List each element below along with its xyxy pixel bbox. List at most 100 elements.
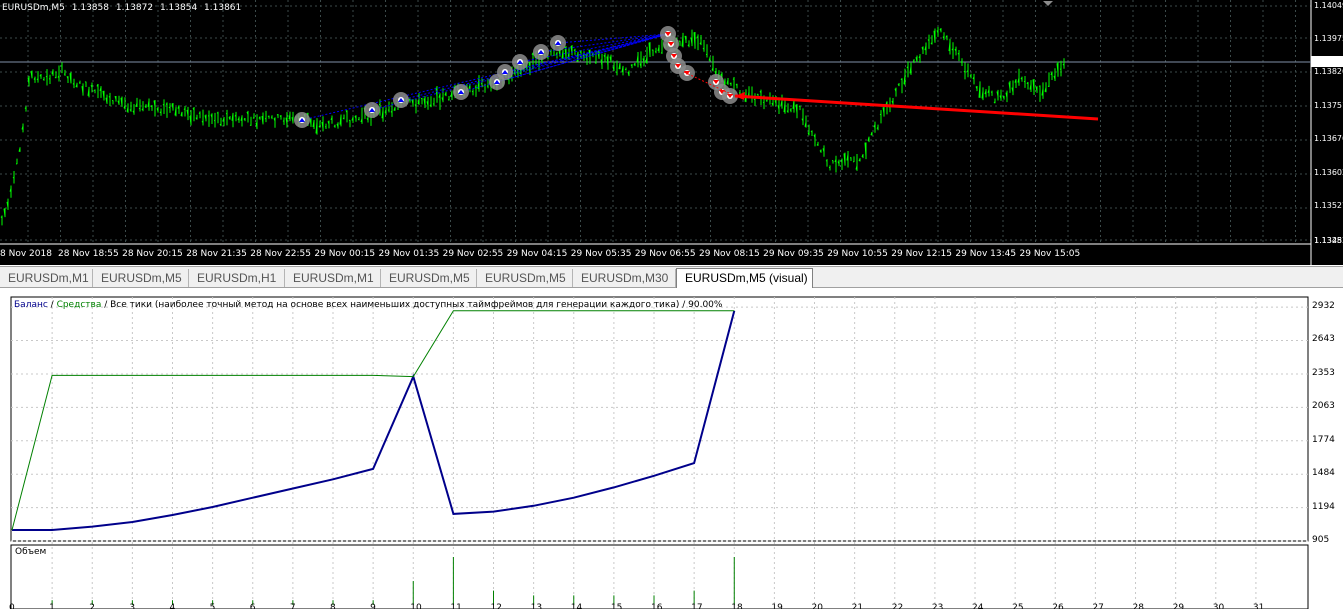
time-tick-label: 28 Nov 20:15 <box>122 249 183 259</box>
legend-separator: / <box>101 300 111 310</box>
balance-tick-label: 2063 <box>1312 401 1335 412</box>
price-bar-open <box>267 115 270 118</box>
time-tick-label: 28 Nov 18:55 <box>58 249 119 259</box>
deal-tick-label: 7 <box>289 603 296 609</box>
deal-tick-label: 25 <box>1012 603 1024 609</box>
balance-tick-label: 2353 <box>1312 367 1335 378</box>
legend-equity: Средства <box>56 300 102 310</box>
deal-tick-label: 17 <box>691 603 703 609</box>
price-bar-open <box>12 176 15 179</box>
price-bar-open <box>990 91 993 93</box>
price-bar-open <box>252 117 255 119</box>
price-bar-open <box>54 76 57 79</box>
deal-tick-label: 30 <box>1212 603 1225 609</box>
price-tick-label: 1.13861 <box>1314 56 1343 65</box>
time-tick-label: 29 Nov 09:35 <box>763 249 824 259</box>
deal-tick-label: 0 <box>9 603 15 609</box>
time-tick-label: 29 Nov 08:15 <box>699 249 760 259</box>
price-bar-open <box>387 109 390 111</box>
tab-eurusdm-m1[interactable]: EURUSDm,M1 <box>0 269 93 287</box>
price-bar-open <box>216 112 219 114</box>
price-bar-open <box>573 49 576 52</box>
price-bar-open <box>579 51 582 53</box>
deal-tick-label: 1 <box>49 603 55 609</box>
deal-tick-label: 11 <box>450 603 462 609</box>
price-bar-open <box>1047 85 1050 88</box>
tab-eurusdm-m5[interactable]: EURUSDm,M5 <box>93 269 189 287</box>
tester-graph: Баланс / Средства / Все тики (наиболее т… <box>0 289 1343 609</box>
time-tick-label: 8 Nov 2018 <box>0 249 52 259</box>
tab-eurusdm-h1[interactable]: EURUSDm,H1 <box>189 269 285 287</box>
balance-tick-label: 2932 <box>1312 301 1335 312</box>
legend-balance: Баланс <box>14 300 48 310</box>
deal-tick-label: 24 <box>972 603 984 609</box>
time-tick-label: 28 Nov 21:35 <box>186 249 247 259</box>
tab-eurusdm-m30[interactable]: EURUSDm,M30 <box>573 269 676 287</box>
deal-tick-label: 26 <box>1052 603 1064 609</box>
price-bar-open <box>798 105 801 108</box>
trend-line <box>734 94 1099 121</box>
price-bar-open <box>765 100 768 102</box>
deal-tick-label: 9 <box>370 603 376 609</box>
price-bar-open <box>276 114 279 116</box>
tester-graph-canvas <box>10 296 1309 609</box>
chart-tab-bar: EURUSDm,M1 EURUSDm,M5 EURUSDm,H1 EURUSDm… <box>0 266 1343 288</box>
deal-tick-label: 5 <box>209 603 216 609</box>
price-tick-label: 1.13826 <box>1314 67 1343 76</box>
price-bar-open <box>825 160 828 162</box>
balance-tick-label: 1484 <box>1312 468 1335 479</box>
time-tick-label: 29 Nov 06:55 <box>634 249 696 259</box>
price-tick-label: 1.13676 <box>1314 134 1343 143</box>
tab-eurusdm-m5-visual[interactable]: EURUSDm,M5 (visual) <box>676 268 813 288</box>
price-tick-label: 1.14049 <box>1314 1 1343 10</box>
deal-tick-label: 29 <box>1172 603 1185 609</box>
deal-tick-label: 19 <box>771 603 783 609</box>
tab-eurusdm-m5-2[interactable]: EURUSDm,M5 <box>381 269 477 287</box>
deal-tick-label: 23 <box>931 603 944 609</box>
price-chart[interactable]: EURUSDm,M5 1.13858 1.13872 1.13854 1.138… <box>0 0 1343 265</box>
price-tick-label: 1.13527 <box>1314 201 1343 210</box>
deal-tick-label: 14 <box>570 603 583 609</box>
time-tick-label: 29 Nov 04:15 <box>506 249 568 259</box>
deal-tick-label: 28 <box>1132 603 1144 609</box>
price-chart-canvas[interactable] <box>0 0 1343 265</box>
price-bar-open <box>810 130 813 133</box>
price-bar-open <box>912 60 915 62</box>
price-chart-title: EURUSDm,M5 1.13858 1.13872 1.13854 1.138… <box>2 3 245 13</box>
tab-eurusdm-m1-2[interactable]: EURUSDm,M1 <box>285 269 381 287</box>
deal-tick-label: 27 <box>1092 603 1104 609</box>
legend-separator: / <box>47 300 57 310</box>
price-bar-open <box>480 83 483 85</box>
balance-tick-label: 1194 <box>1312 501 1335 512</box>
plot-frame <box>10 296 1309 542</box>
deal-tick-label: 4 <box>169 603 176 609</box>
time-tick-label: 29 Nov 01:35 <box>378 249 440 259</box>
price-bar-open <box>474 86 477 88</box>
volume-frame <box>10 544 1309 609</box>
time-tick-label: 29 Nov 12:15 <box>891 249 952 259</box>
price-tick-label: 1.13975 <box>1314 34 1343 43</box>
time-tick-label: 29 Nov 15:05 <box>1019 249 1081 259</box>
balance-tick-label: 905 <box>1312 535 1330 545</box>
price-bar-open <box>45 75 48 78</box>
price-bar-open <box>732 78 735 80</box>
price-bar-open <box>969 75 972 77</box>
deal-tick-label: 18 <box>731 603 743 609</box>
deal-tick-label: 3 <box>129 603 136 609</box>
deal-tick-label: 20 <box>811 603 823 609</box>
deal-tick-label: 16 <box>651 603 663 609</box>
ohlc-open: 1.13858 <box>71 3 109 13</box>
price-tick-label: 1.13281 <box>1314 236 1343 245</box>
price-bar-open <box>756 93 759 96</box>
ohlc-high: 1.13872 <box>115 3 154 13</box>
legend-separator: / <box>679 300 689 310</box>
time-tick-label: 29 Nov 00:15 <box>314 249 376 259</box>
deal-tick-label: 2 <box>89 603 95 609</box>
chart-symbol: EURUSDm,M5 <box>2 3 65 13</box>
time-tick-label: 29 Nov 10:55 <box>827 249 888 259</box>
tab-eurusdm-m5-3[interactable]: EURUSDm,M5 <box>477 269 573 287</box>
time-tick-label: 29 Nov 02:55 <box>442 249 504 259</box>
ohlc-low: 1.13854 <box>159 3 198 13</box>
price-bar-open <box>651 49 654 51</box>
price-bar-open <box>342 117 345 120</box>
